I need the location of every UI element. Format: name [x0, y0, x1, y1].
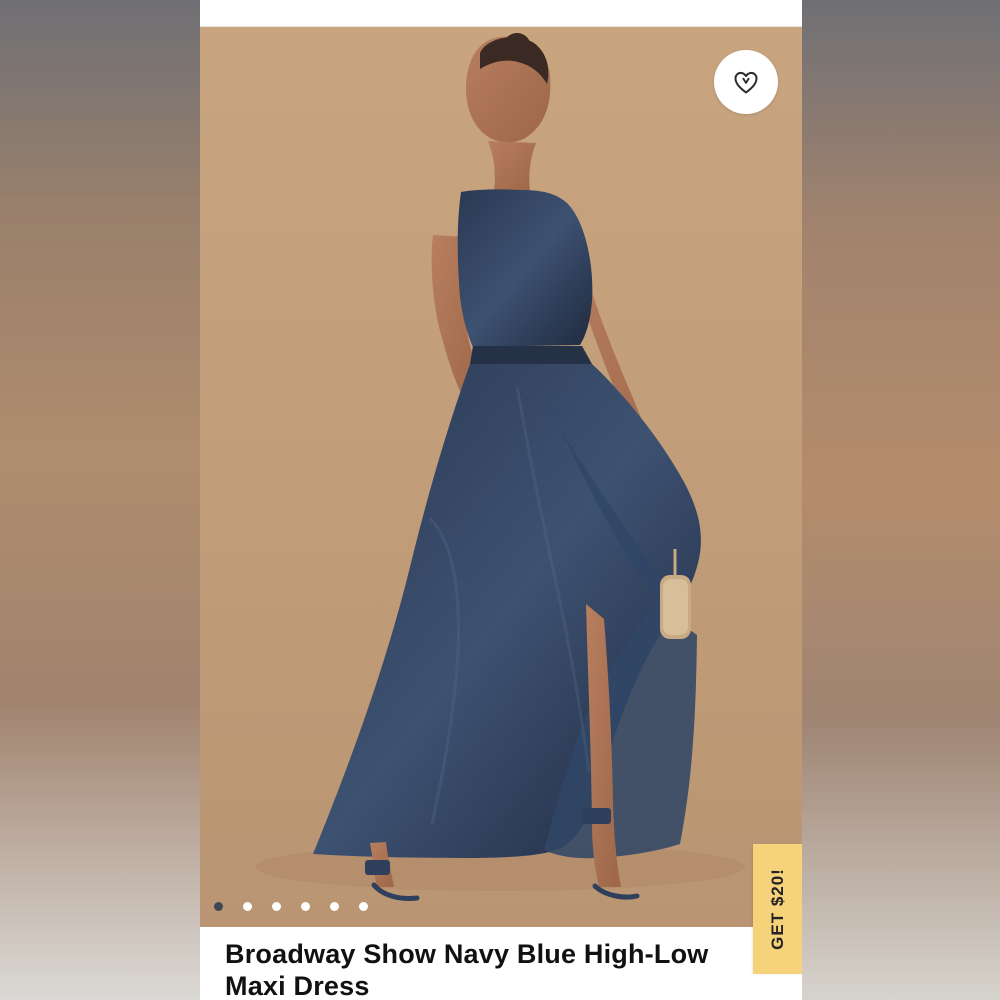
- carousel-dot-5[interactable]: [330, 902, 339, 911]
- carousel-dot-1[interactable]: [214, 902, 223, 911]
- right-blur-background: [800, 0, 1000, 1000]
- product-image: [200, 27, 802, 927]
- wishlist-button[interactable]: [714, 50, 778, 114]
- screen-stage: GET $20! Broadway Show Navy Blue High-Lo…: [0, 0, 1000, 1000]
- promo-label: GET $20!: [767, 868, 787, 950]
- product-page: GET $20! Broadway Show Navy Blue High-Lo…: [200, 0, 802, 1000]
- carousel-dot-2[interactable]: [243, 902, 252, 911]
- product-image-carousel[interactable]: [200, 27, 802, 927]
- promo-tab[interactable]: GET $20!: [753, 844, 802, 974]
- carousel-dot-6[interactable]: [359, 902, 368, 911]
- product-title: Broadway Show Navy Blue High-Low Maxi Dr…: [225, 939, 709, 1000]
- carousel-dot-3[interactable]: [272, 902, 281, 911]
- heart-icon: [734, 71, 758, 94]
- left-blur-background: [0, 0, 200, 1000]
- top-bar: [200, 0, 802, 27]
- carousel-dot-4[interactable]: [301, 902, 310, 911]
- carousel-dots: [214, 902, 368, 911]
